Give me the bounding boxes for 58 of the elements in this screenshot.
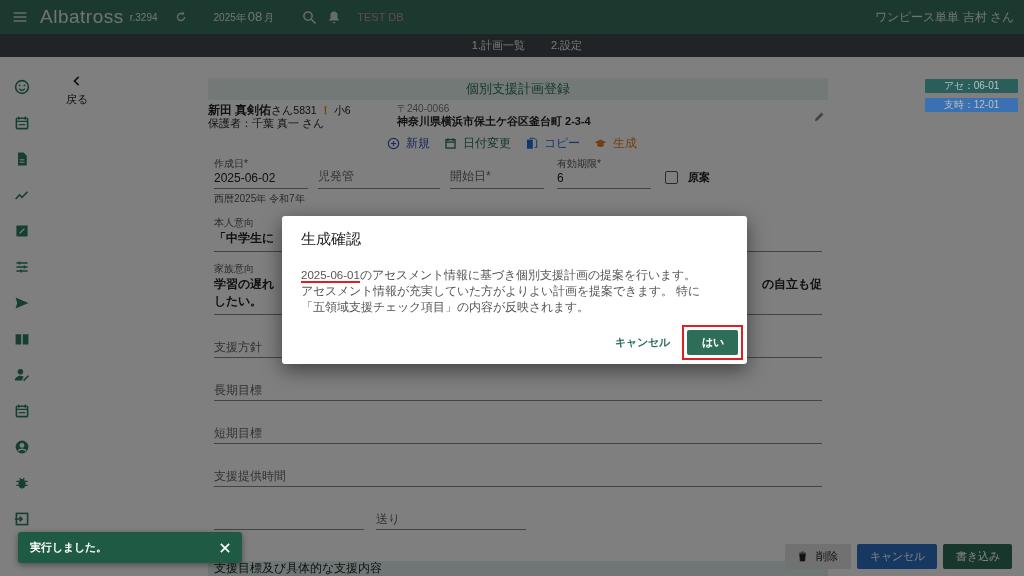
smile-icon[interactable] (14, 79, 30, 95)
address-text: 神奈川県横浜市保土ケ谷区釜台町 2-3-4 (397, 114, 591, 129)
database-label: TEST DB (357, 11, 404, 23)
trash-icon (797, 551, 808, 562)
save-button[interactable]: 書き込み (943, 544, 1012, 569)
chevron-left-icon (72, 75, 82, 87)
text-field[interactable]: 長期目標 (214, 380, 822, 401)
book-icon[interactable] (14, 331, 30, 347)
copy-action[interactable]: コピー (525, 134, 580, 152)
date-action[interactable]: 日付変更 (444, 134, 511, 152)
copy-icon (525, 136, 538, 150)
cancel-button[interactable]: キャンセル (615, 335, 670, 350)
date-badge: アセ：06-01 (925, 79, 1018, 93)
pencil-icon[interactable] (813, 110, 826, 123)
exit-icon[interactable] (14, 511, 30, 527)
new-action[interactable]: 新規 (387, 134, 430, 152)
text-field[interactable]: 短期目標 (214, 423, 822, 444)
draft-checkbox[interactable]: 原案 (665, 170, 710, 189)
input-field[interactable]: 児発管 (318, 156, 440, 189)
dialog-title: 生成確認 (301, 230, 362, 249)
app-logo: Albatross (40, 6, 124, 28)
era-note: 西暦2025年 令和7年 (213, 192, 306, 206)
page-title: 個別支援計画登録 (208, 78, 828, 100)
delete-button[interactable]: 削除 (785, 544, 851, 569)
edit-icon[interactable] (14, 223, 30, 239)
postal-code: 〒240-0066 (397, 104, 451, 114)
search-icon[interactable] (302, 9, 318, 25)
revision-label: r.3294 (129, 11, 158, 23)
input-field[interactable]: 作成日* 2025-06-02 (214, 157, 308, 189)
date-badge: 支時：12-01 (925, 98, 1018, 112)
input-field[interactable]: 開始日* (450, 156, 544, 189)
text-field[interactable]: 支援提供時間 (214, 466, 822, 487)
person-edit-icon[interactable] (14, 367, 30, 383)
back-button[interactable]: 戻る (66, 75, 88, 107)
bug-icon[interactable] (14, 475, 30, 491)
student-name: 新田 真剣佑さん5831 ！ 小6 (208, 104, 352, 117)
event-icon[interactable] (14, 403, 30, 419)
cancel-button[interactable]: キャンセル (857, 544, 937, 569)
generate-action[interactable]: 生成 (594, 134, 637, 152)
plus-circle-icon (387, 136, 400, 150)
send-icon[interactable] (14, 295, 30, 311)
tune-icon[interactable] (14, 259, 30, 275)
confirm-button[interactable]: はい (687, 330, 738, 355)
step-tab[interactable]: 2.設定 (551, 38, 583, 53)
menu-icon[interactable] (12, 9, 28, 25)
user-name[interactable]: ワンピース単単 吉村 さん (875, 8, 1014, 26)
dialog-message: 2025-06-01のアセスメント情報に基づき個別支援計画の提案を行います。 アセスメント情報が充実していた方がよりよい計画を提案できます。 特に 「五領域支援チェック項目」の内容が反映されます。 (301, 268, 702, 315)
text-field[interactable]: 送り (376, 509, 526, 530)
month-selector[interactable]: 2025年08月 (213, 9, 275, 25)
bell-icon[interactable] (327, 10, 342, 24)
section-header: 支援目標及び具体的な支援内容 (208, 561, 828, 576)
snackbar-message: 実行しました。 (30, 540, 107, 555)
guardian-name: 保護者：千葉 真一 さん (208, 117, 325, 130)
calendar-icon (444, 136, 457, 150)
close-icon[interactable] (220, 542, 230, 553)
calendar-icon[interactable] (14, 115, 30, 131)
account-icon[interactable] (14, 439, 30, 455)
input-field[interactable]: 有効期限* 6 (557, 157, 651, 189)
